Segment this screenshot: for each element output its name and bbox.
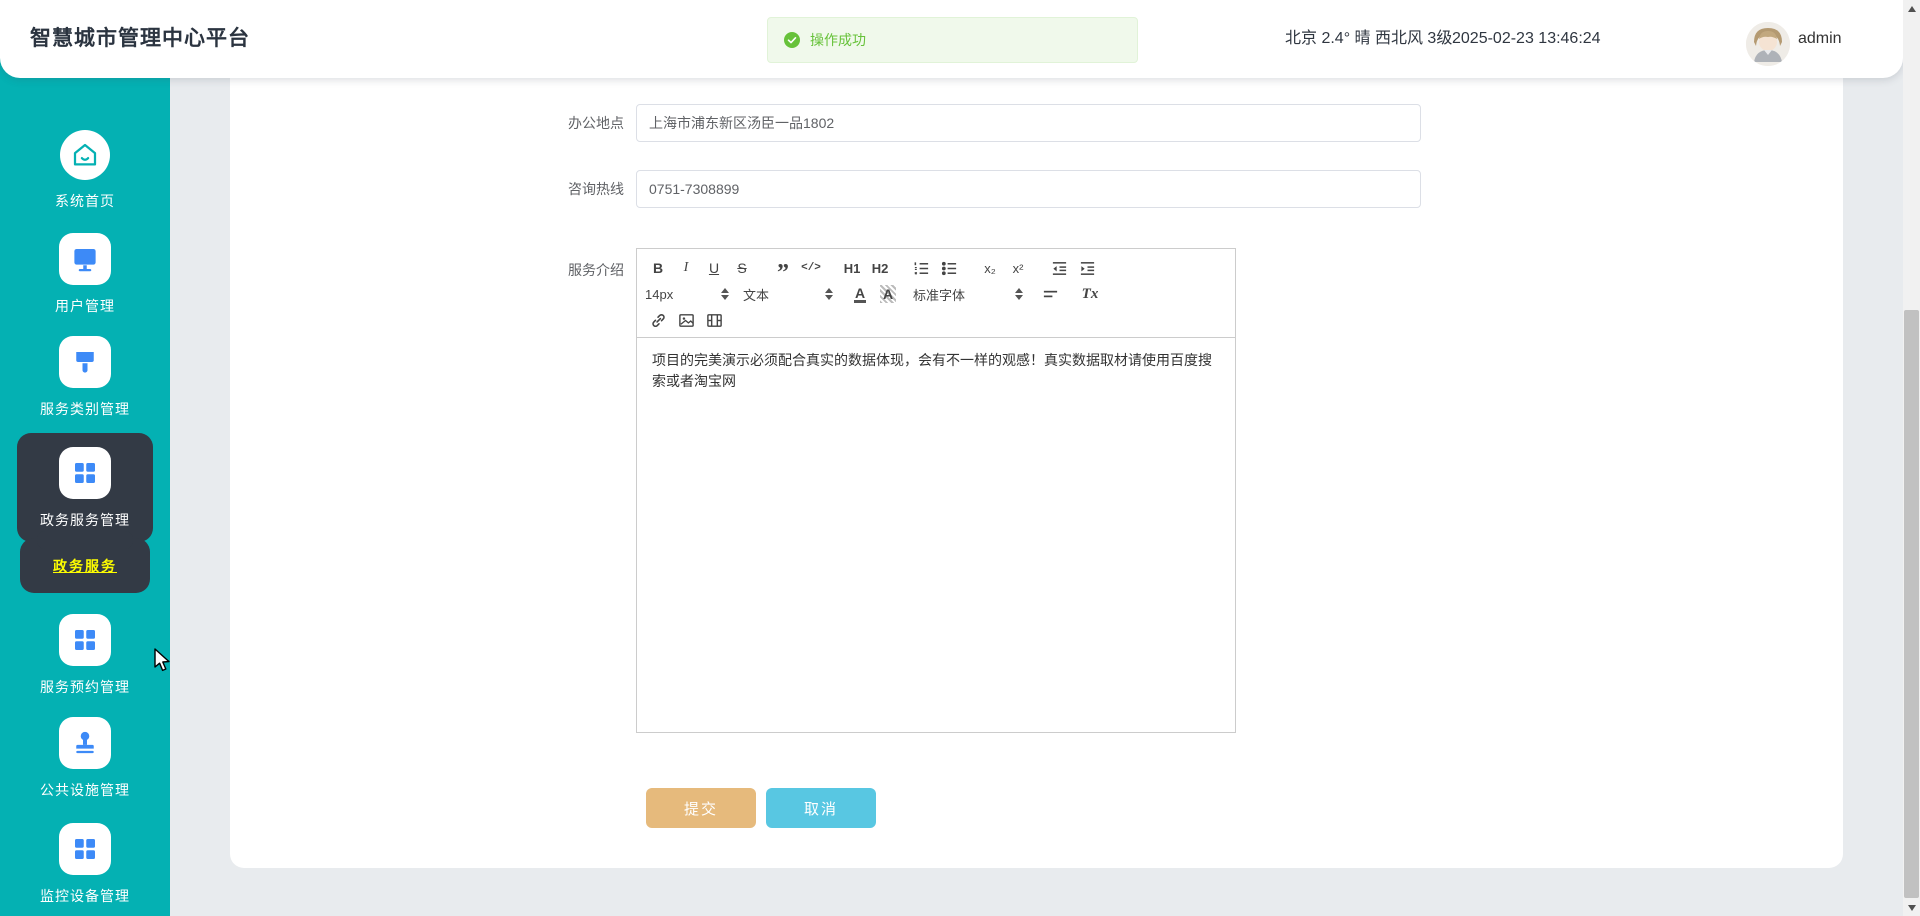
picker-arrows-icon xyxy=(1015,288,1023,300)
background-color-button[interactable]: A xyxy=(875,282,901,306)
monitor-icon xyxy=(59,233,111,285)
editor-toolbar: B I U S ” </> H1 H2 x₂ x² 14px 文本 A A 标准… xyxy=(637,249,1235,338)
text-color-button[interactable]: A xyxy=(847,282,873,306)
header-2-button[interactable]: H2 xyxy=(867,256,893,280)
hotline-input[interactable] xyxy=(636,170,1421,208)
sidebar-item-label: 政务服务管理 xyxy=(40,512,130,528)
subscript-button[interactable]: x₂ xyxy=(977,256,1003,280)
field-label: 咨询热线 xyxy=(568,181,624,197)
brush-icon xyxy=(59,336,111,388)
italic-button[interactable]: I xyxy=(673,256,699,280)
field-label: 服务介绍 xyxy=(568,262,624,278)
form-actions: 提交 取消 xyxy=(646,788,876,828)
toast-message: 操作成功 xyxy=(810,32,866,48)
font-size-picker[interactable]: 14px xyxy=(645,282,729,306)
submenu-label: 政务服务 xyxy=(53,557,117,574)
sidebar: 系统首页 用户管理 服务类别管理 政务服务管理 政务服务 服务预约管理 公共设施… xyxy=(0,0,170,916)
datetime-text: 2025-02-23 13:46:24 xyxy=(1452,30,1601,47)
code-block-button[interactable]: </> xyxy=(798,256,824,280)
sidebar-item-service-category[interactable]: 服务类别管理 xyxy=(0,336,170,419)
superscript-button[interactable]: x² xyxy=(1005,256,1031,280)
indent-icon[interactable] xyxy=(1074,256,1100,280)
strikethrough-button[interactable]: S xyxy=(729,256,755,280)
scroll-up-icon[interactable] xyxy=(1903,0,1920,17)
blockquote-button[interactable]: ” xyxy=(770,256,796,285)
sidebar-item-public-facility[interactable]: 公共设施管理 xyxy=(0,717,170,800)
sidebar-item-label: 监控设备管理 xyxy=(40,888,130,904)
picker-arrows-icon xyxy=(721,288,729,300)
sidebar-submenu-gov-service[interactable]: 政务服务 xyxy=(20,538,150,593)
home-icon xyxy=(60,130,110,180)
picker-arrows-icon xyxy=(825,288,833,300)
sidebar-item-label: 用户管理 xyxy=(55,298,115,314)
bold-button[interactable]: B xyxy=(645,256,671,280)
sidebar-item-monitor-device[interactable]: 监控设备管理 xyxy=(0,823,170,906)
sidebar-item-home[interactable]: 系统首页 xyxy=(0,130,170,211)
ordered-list-icon[interactable] xyxy=(908,256,934,280)
sidebar-item-users[interactable]: 用户管理 xyxy=(0,233,170,316)
form-row-office-address: 办公地点 xyxy=(230,104,1421,142)
scrollbar-thumb[interactable] xyxy=(1904,310,1919,898)
success-toast: 操作成功 xyxy=(767,17,1138,63)
field-label: 办公地点 xyxy=(568,115,624,131)
rich-text-editor: B I U S ” </> H1 H2 x₂ x² 14px 文本 A A 标准… xyxy=(636,248,1236,733)
font-family-picker[interactable]: 标准字体 xyxy=(913,282,1023,306)
grid-icon xyxy=(59,823,111,875)
link-icon[interactable] xyxy=(645,308,671,332)
image-icon[interactable] xyxy=(673,308,699,332)
video-icon[interactable] xyxy=(701,308,727,332)
username-text[interactable]: admin xyxy=(1798,0,1842,78)
underline-button[interactable]: U xyxy=(701,256,727,280)
bullet-list-icon[interactable] xyxy=(936,256,962,280)
font-family-value: 标准字体 xyxy=(913,287,966,303)
form-row-service-intro: 服务介绍 B I U S ” </> H1 H2 x₂ x² 14px 文本 A… xyxy=(230,248,1236,733)
stamp-icon xyxy=(59,717,111,769)
sidebar-item-gov-service-mgmt[interactable]: 政务服务管理 xyxy=(17,433,153,542)
scroll-down-icon[interactable] xyxy=(1903,899,1920,916)
sidebar-item-label: 服务预约管理 xyxy=(40,679,130,695)
font-size-value: 14px xyxy=(645,286,674,302)
vertical-scrollbar[interactable] xyxy=(1903,0,1920,916)
office-address-input[interactable] xyxy=(636,104,1421,142)
weather-info: 北京 2.4° 晴 西北风 3级 xyxy=(1285,30,1453,47)
grid-icon xyxy=(59,447,111,499)
sidebar-item-label: 服务类别管理 xyxy=(40,401,130,417)
clear-format-button[interactable]: Tx xyxy=(1077,282,1103,306)
editor-content[interactable]: 项目的完美演示必须配合真实的数据体现，会有不一样的观感！真实数据取材请使用百度搜… xyxy=(637,338,1235,404)
success-check-icon xyxy=(784,32,800,48)
sidebar-item-label: 系统首页 xyxy=(55,193,115,209)
content-panel: 办公地点 咨询热线 服务介绍 B I U S ” </> xyxy=(230,78,1843,868)
heading-value: 文本 xyxy=(743,287,770,303)
sidebar-item-reservation-mgmt[interactable]: 服务预约管理 xyxy=(0,614,170,697)
align-icon[interactable] xyxy=(1037,282,1063,306)
submit-button[interactable]: 提交 xyxy=(646,788,756,828)
cancel-button[interactable]: 取消 xyxy=(766,788,876,828)
sidebar-item-label: 公共设施管理 xyxy=(40,782,130,798)
avatar[interactable] xyxy=(1746,22,1790,66)
page-title: 智慧城市管理中心平台 xyxy=(30,27,250,50)
grid-icon xyxy=(59,614,111,666)
header-1-button[interactable]: H1 xyxy=(839,256,865,280)
form-row-hotline: 咨询热线 xyxy=(230,170,1421,208)
outdent-icon[interactable] xyxy=(1046,256,1072,280)
